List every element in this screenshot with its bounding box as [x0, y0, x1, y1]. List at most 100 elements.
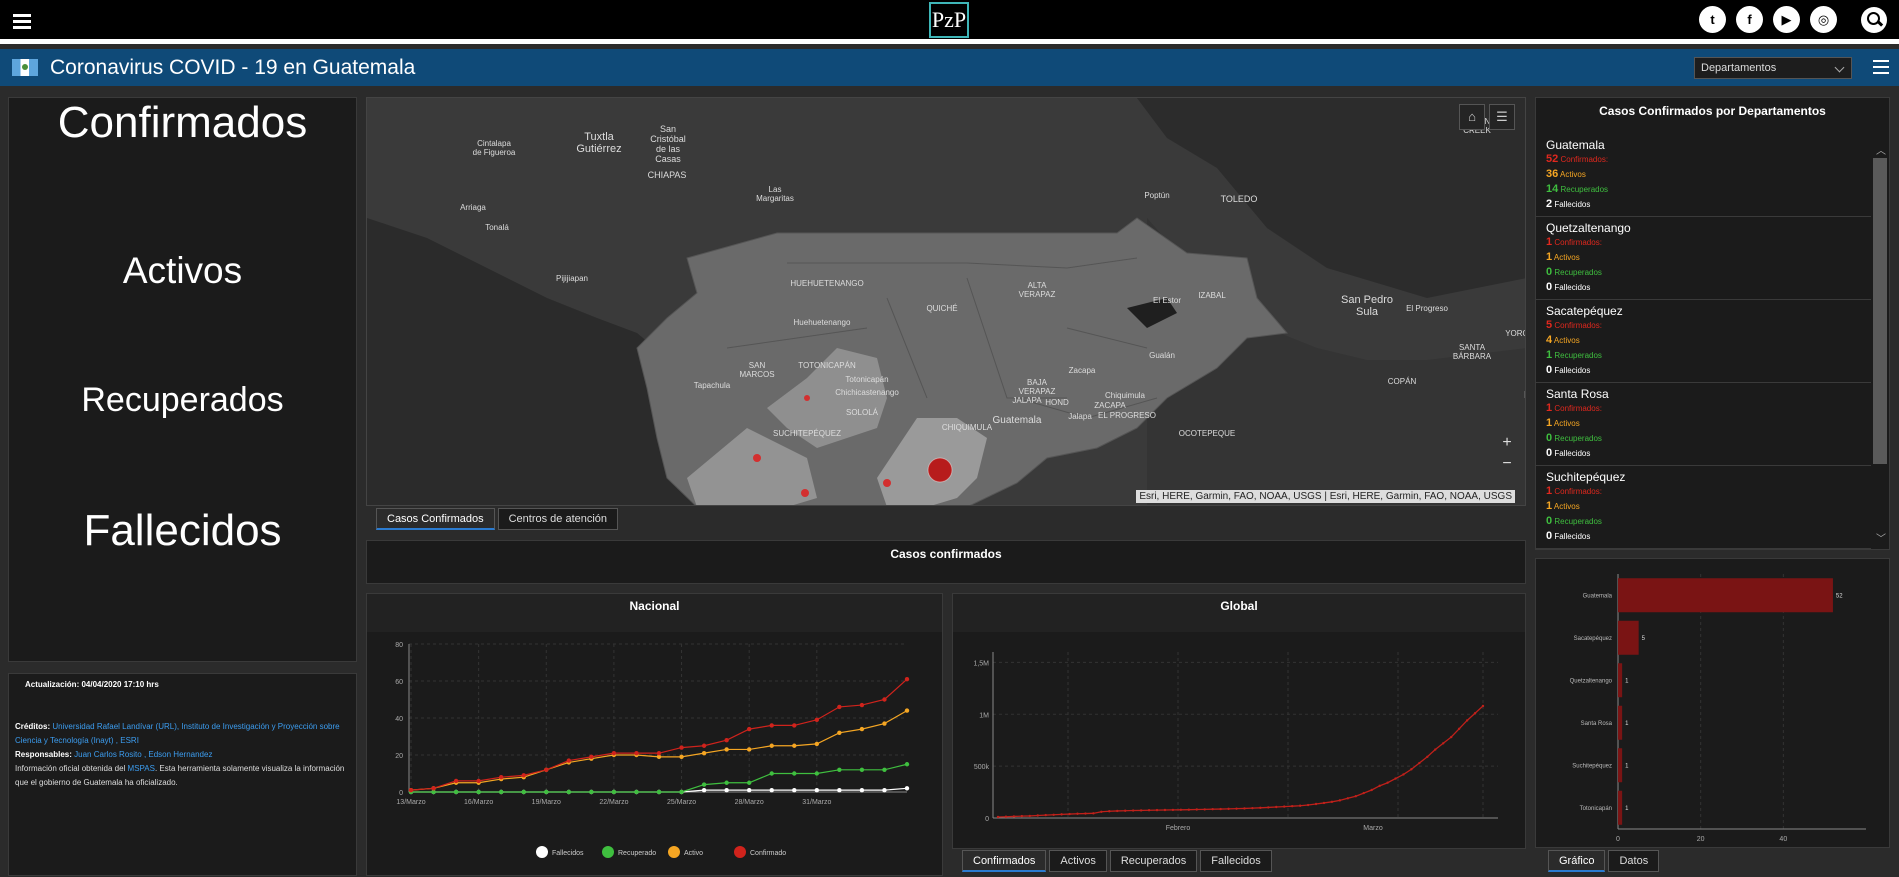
- data-point: [769, 723, 774, 728]
- legend-label[interactable]: Confirmado: [750, 850, 786, 857]
- data-point: [679, 745, 684, 750]
- data-point: [611, 789, 617, 795]
- bar-category-label: Sacatepéquez: [1574, 636, 1612, 642]
- guatemala-flag-icon: [12, 59, 38, 76]
- dept-scrollbar[interactable]: [1873, 158, 1887, 464]
- dept-item[interactable]: Suchitepéquez 1 Confirmados: 1 Activos 0 Re…: [1536, 466, 1871, 549]
- data-point: [792, 743, 797, 748]
- dept-item[interactable]: Sacatepéquez 5 Confirmados: 4 Activos 1 Rec…: [1536, 300, 1871, 383]
- dept-list[interactable]: Guatemala 52 Confirmados: 36 Activos 14 Rec…: [1536, 134, 1871, 550]
- dept-name: Suchitepéquez: [1546, 470, 1626, 484]
- scroll-down-icon[interactable]: ﹀: [1876, 530, 1886, 545]
- data-point: [679, 754, 684, 760]
- hamburger-menu-icon[interactable]: [13, 14, 31, 29]
- data-point: [1465, 719, 1469, 722]
- data-point: [882, 721, 887, 726]
- map-label: ATLÁNTIDA: [1525, 275, 1526, 284]
- stats-panel: Confirmados Activos Recuperados Fallecid…: [8, 97, 357, 662]
- data-point: [882, 767, 887, 772]
- tab-casos-confirmados[interactable]: Casos Confirmados: [376, 508, 495, 530]
- creditos-label: Créditos:: [15, 722, 51, 731]
- dept-name: Quetzaltenango: [1546, 221, 1631, 235]
- dept-item[interactable]: Santa Rosa 1 Confirmados: 1 Activos 0 Recup…: [1536, 383, 1871, 466]
- zoom-out-button[interactable]: −: [1497, 455, 1517, 475]
- data-point: [544, 767, 549, 772]
- dept-name: Santa Rosa: [1546, 387, 1609, 401]
- map-tabs: Casos Confirmados Centros de atención: [376, 508, 619, 530]
- casos-header-panel: Casos confirmados: [366, 540, 1526, 584]
- dept-item[interactable]: Quetzaltenango 1 Confirmados: 1 Activos 0 R…: [1536, 217, 1871, 300]
- dept-name: Sacatepéquez: [1546, 304, 1623, 318]
- map-view[interactable]: Tuxtla Gutiérrez San Cristóbal de las Casas Ci…: [366, 97, 1526, 506]
- x-tick-label: 28/Marzo: [735, 799, 764, 806]
- dept-recuperados: 14 Recuperados: [1546, 183, 1609, 195]
- tab-fallecidos[interactable]: Fallecidos: [1200, 850, 1272, 872]
- x-tick-label: Marzo: [1363, 825, 1383, 832]
- map-label: YORO: [1505, 329, 1526, 338]
- tab-grafico[interactable]: Gráfico: [1548, 850, 1606, 872]
- tab-recuperados[interactable]: Recuperados: [1109, 850, 1198, 872]
- data-point: [476, 789, 481, 795]
- data-point: [1354, 795, 1357, 798]
- data-point: [656, 750, 662, 756]
- search-icon[interactable]: [1861, 7, 1887, 33]
- legend-button[interactable]: ☰: [1489, 104, 1515, 130]
- nacional-chart: 0 20 40 60 80 13/Marzo 16/Marzo 19/Marzo 22/Marz…: [395, 642, 910, 858]
- bar-category-label: Totonicapán: [1580, 806, 1612, 812]
- y-tick-label: 0: [399, 790, 403, 797]
- bar[interactable]: [1618, 663, 1623, 698]
- data-point: [1410, 768, 1413, 771]
- data-point: [904, 708, 910, 713]
- data-point: [1426, 755, 1429, 758]
- zoom-in-button[interactable]: +: [1497, 434, 1517, 454]
- data-point: [1211, 807, 1214, 811]
- map-label: OCOTEPEQUE: [1179, 429, 1235, 438]
- creditos-link[interactable]: Universidad Rafael Landívar (URL), Insti…: [15, 722, 340, 745]
- scroll-up-icon[interactable]: ︿: [1876, 142, 1886, 157]
- bar[interactable]: [1618, 620, 1639, 655]
- bar[interactable]: [1618, 790, 1623, 825]
- map-label: SUCHITEPÉQUEZ: [773, 429, 841, 438]
- dept-confirmados: 1 Confirmados:: [1546, 236, 1602, 248]
- dept-item[interactable]: Guatemala 52 Confirmados: 36 Activos 14 Rec…: [1536, 134, 1871, 217]
- data-point: [859, 767, 865, 772]
- panel-menu-icon[interactable]: [1873, 60, 1889, 74]
- legend-label[interactable]: Fallecidos: [552, 850, 584, 857]
- data-point: [814, 787, 820, 793]
- bar-chart-panel: 0 20 40 Guatemala 52 Sacatepéquez 5 Quetzaltena…: [1535, 558, 1890, 848]
- instagram-icon[interactable]: ◎: [1810, 6, 1837, 33]
- youtube-icon[interactable]: ▶: [1773, 6, 1800, 33]
- logo[interactable]: PzP: [929, 2, 969, 38]
- data-point: [837, 787, 842, 793]
- tab-datos[interactable]: Datos: [1608, 850, 1660, 872]
- bar[interactable]: [1618, 748, 1623, 783]
- dept-confirmados: 5 Confirmados:: [1546, 319, 1602, 331]
- responsables-label: Responsables:: [15, 750, 72, 759]
- facebook-icon[interactable]: f: [1736, 6, 1763, 33]
- top-bar: PzP t f ▶ ◎: [0, 0, 1899, 44]
- tab-centros-atencion[interactable]: Centros de atención: [497, 508, 619, 530]
- data-point: [1028, 814, 1032, 818]
- dept-panel: Casos Confirmados por Departamentos Guat…: [1535, 97, 1890, 550]
- legend-marker: [536, 846, 548, 858]
- departamentos-select[interactable]: Departamentos: [1694, 57, 1852, 79]
- data-point: [746, 780, 752, 785]
- responsables-link[interactable]: Juan Carlos Rosito , Edson Hernandez: [74, 750, 212, 759]
- tab-confirmados[interactable]: Confirmados: [962, 850, 1047, 872]
- legend-label[interactable]: Recuperado: [618, 850, 656, 857]
- data-point: [814, 717, 820, 723]
- data-point: [1457, 727, 1461, 730]
- map-label: Guatemala: [993, 415, 1042, 426]
- y-tick-label: 1,5M: [973, 660, 989, 667]
- tab-activos[interactable]: Activos: [1049, 850, 1107, 872]
- data-point: [611, 750, 617, 756]
- bar[interactable]: [1618, 578, 1833, 613]
- twitter-icon[interactable]: t: [1699, 6, 1726, 33]
- bar-value-label: 1: [1625, 678, 1629, 684]
- mspas-link[interactable]: MSPAS: [128, 764, 155, 773]
- home-button[interactable]: ⌂: [1459, 104, 1485, 130]
- legend-label[interactable]: Activo: [684, 850, 703, 857]
- data-point: [904, 762, 910, 767]
- dept-item[interactable]: Totonicapán: [1536, 549, 1871, 550]
- bar[interactable]: [1618, 705, 1623, 740]
